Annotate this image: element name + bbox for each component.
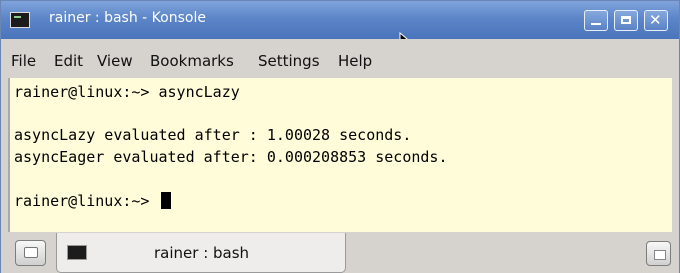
terminal-icon [67, 245, 87, 260]
menu-view[interactable]: View [97, 52, 133, 70]
menu-bar: File Edit View Bookmarks Settings Help [1, 39, 679, 78]
close-icon: ✕ [649, 11, 662, 29]
new-tab-button[interactable] [15, 240, 46, 266]
tab-rainer-bash[interactable]: rainer : bash [56, 233, 346, 273]
terminal-icon[interactable] [10, 12, 30, 28]
close-button[interactable]: ✕ [644, 10, 668, 31]
tab-label: rainer : bash [154, 244, 250, 262]
terminal-prompt-line: rainer@linux:~> [14, 192, 171, 210]
tab-bar: rainer : bash ✖ [1, 232, 679, 273]
menu-bookmarks[interactable]: Bookmarks [150, 52, 234, 70]
terminal-prompt: rainer@linux:~> [14, 192, 159, 210]
minimize-button[interactable] [584, 10, 608, 31]
menu-edit[interactable]: Edit [54, 52, 83, 70]
terminal-line: rainer@linux:~> asyncLazy [14, 83, 240, 101]
menu-help[interactable]: Help [338, 52, 372, 70]
terminal-output[interactable]: rainer@linux:~> asyncLazy asyncLazy eval… [8, 78, 672, 232]
konsole-window: rainer : bash - Konsole ✕ File Edit View… [0, 0, 680, 273]
menu-settings[interactable]: Settings [258, 52, 320, 70]
maximize-button[interactable] [614, 10, 638, 31]
menu-file[interactable]: File [11, 52, 36, 70]
window-title: rainer : bash - Konsole [49, 10, 206, 26]
close-tab-icon: ✖ [656, 248, 667, 262]
text-cursor [160, 192, 171, 209]
terminal-line: asyncLazy evaluated after : 1.00028 seco… [14, 126, 412, 144]
terminal-line: asyncEager evaluated after: 0.000208853 … [14, 148, 448, 166]
title-bar[interactable]: rainer : bash - Konsole ✕ [1, 1, 679, 39]
close-tab-button[interactable]: ✖ [646, 241, 671, 266]
